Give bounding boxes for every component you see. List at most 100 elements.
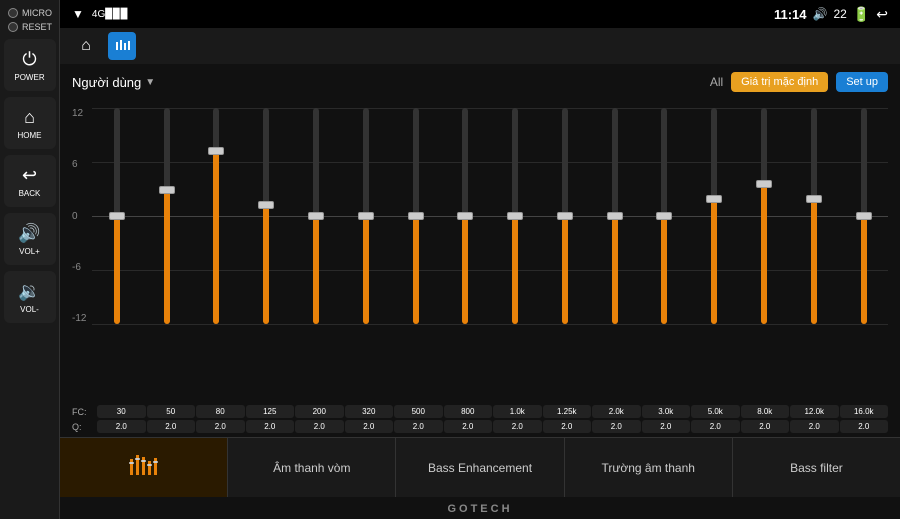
y-label-0: 0 xyxy=(72,211,86,222)
fc-val-80[interactable]: 80 xyxy=(196,405,245,418)
slider-thumb-5.0k xyxy=(706,195,722,203)
volume-icon: 🔊 xyxy=(813,7,828,21)
wifi-icon: ▼ xyxy=(72,7,84,21)
reset-radio[interactable]: RESET xyxy=(0,22,59,32)
tab-eq[interactable] xyxy=(60,438,228,497)
slider-fill-200 xyxy=(313,216,319,324)
fc-val-125[interactable]: 125 xyxy=(246,405,295,418)
status-bar: ▼ 4G▉▉▉ 11:14 🔊 22 🔋 ↩ xyxy=(60,0,900,28)
eq-sliders-container: 12 6 0 -6 -12 xyxy=(72,100,888,433)
fc-val-1.25k[interactable]: 1.25k xyxy=(543,405,592,418)
back-button[interactable]: ↩ BACK xyxy=(4,155,56,207)
y-label-12: 12 xyxy=(72,108,86,119)
status-left: ▼ 4G▉▉▉ xyxy=(72,7,128,21)
slider-thumb-30 xyxy=(109,212,125,220)
q-val-3.0k[interactable]: 2.0 xyxy=(642,420,691,433)
nav-home-icon[interactable]: ⌂ xyxy=(72,32,100,60)
slider-col-125[interactable] xyxy=(242,108,291,324)
fc-val-50[interactable]: 50 xyxy=(147,405,196,418)
q-val-1.0k[interactable]: 2.0 xyxy=(493,420,542,433)
fc-val-16.0k[interactable]: 16.0k xyxy=(840,405,889,418)
vol-up-button[interactable]: 🔊 VOL+ xyxy=(4,213,56,265)
fc-val-320[interactable]: 320 xyxy=(345,405,394,418)
brand-label: GOTECH xyxy=(447,503,512,515)
q-val-30[interactable]: 2.0 xyxy=(97,420,146,433)
slider-col-16.0k[interactable] xyxy=(839,108,888,324)
default-values-button[interactable]: Giá trị mặc định xyxy=(731,72,828,92)
signal-icon: 4G▉▉▉ xyxy=(92,9,128,20)
slider-col-5.0k[interactable] xyxy=(690,108,739,324)
back-nav-icon[interactable]: ↩ xyxy=(876,6,888,23)
tab-bass-enhancement[interactable]: Bass Enhancement xyxy=(396,438,564,497)
slider-thumb-2.0k xyxy=(607,212,623,220)
fc-val-800[interactable]: 800 xyxy=(444,405,493,418)
slider-col-2.0k[interactable] xyxy=(590,108,639,324)
fc-val-1.0k[interactable]: 1.0k xyxy=(493,405,542,418)
sliders-area xyxy=(92,100,888,324)
fc-val-8.0k[interactable]: 8.0k xyxy=(741,405,790,418)
slider-col-200[interactable] xyxy=(292,108,341,324)
slider-fill-5.0k xyxy=(711,199,717,324)
q-val-125[interactable]: 2.0 xyxy=(246,420,295,433)
slider-col-3.0k[interactable] xyxy=(640,108,689,324)
slider-fill-30 xyxy=(114,216,120,324)
q-val-2.0k[interactable]: 2.0 xyxy=(592,420,641,433)
eq-top-controls: Người dùng ▼ All Giá trị mặc định Set up xyxy=(72,72,888,92)
user-label: Người dùng xyxy=(72,75,141,90)
q-val-1.25k[interactable]: 2.0 xyxy=(543,420,592,433)
brand-area: GOTECH xyxy=(60,497,900,519)
y-label-6: 6 xyxy=(72,159,86,170)
tab-surround[interactable]: Âm thanh vòm xyxy=(228,438,396,497)
fc-val-30[interactable]: 30 xyxy=(97,405,146,418)
slider-col-320[interactable] xyxy=(341,108,390,324)
slider-col-1.25k[interactable] xyxy=(540,108,589,324)
slider-track-80 xyxy=(213,108,219,324)
q-val-500[interactable]: 2.0 xyxy=(394,420,443,433)
slider-col-500[interactable] xyxy=(391,108,440,324)
slider-track-30 xyxy=(114,108,120,324)
fc-val-5.0k[interactable]: 5.0k xyxy=(691,405,740,418)
slider-col-1.0k[interactable] xyxy=(491,108,540,324)
slider-col-80[interactable] xyxy=(192,108,241,324)
q-val-50[interactable]: 2.0 xyxy=(147,420,196,433)
home-button[interactable]: ⌂ HOME xyxy=(4,97,56,149)
slider-col-800[interactable] xyxy=(441,108,490,324)
slider-col-50[interactable] xyxy=(142,108,191,324)
slider-thumb-1.25k xyxy=(557,212,573,220)
slider-col-12.0k[interactable] xyxy=(789,108,838,324)
fc-val-12.0k[interactable]: 12.0k xyxy=(790,405,839,418)
q-val-200[interactable]: 2.0 xyxy=(295,420,344,433)
slider-col-30[interactable] xyxy=(92,108,141,324)
surround-label: Âm thanh vòm xyxy=(273,461,350,475)
q-val-12.0k[interactable]: 2.0 xyxy=(790,420,839,433)
slider-col-8.0k[interactable] xyxy=(740,108,789,324)
q-val-80[interactable]: 2.0 xyxy=(196,420,245,433)
vol-down-button[interactable]: 🔉 VOL- xyxy=(4,271,56,323)
micro-radio[interactable]: MICRO xyxy=(0,8,59,18)
fc-val-200[interactable]: 200 xyxy=(295,405,344,418)
user-selector[interactable]: Người dùng ▼ xyxy=(72,75,155,90)
home-icon: ⌂ xyxy=(24,107,35,128)
q-val-5.0k[interactable]: 2.0 xyxy=(691,420,740,433)
power-button[interactable]: ⏻ POWER xyxy=(4,39,56,91)
home-label: HOME xyxy=(18,131,42,140)
tab-sound-field[interactable]: Trường âm thanh xyxy=(565,438,733,497)
sliders-row xyxy=(92,100,888,324)
q-val-8.0k[interactable]: 2.0 xyxy=(741,420,790,433)
slider-track-125 xyxy=(263,108,269,324)
fc-val-2.0k[interactable]: 2.0k xyxy=(592,405,641,418)
fc-val-3.0k[interactable]: 3.0k xyxy=(642,405,691,418)
q-val-16.0k[interactable]: 2.0 xyxy=(840,420,889,433)
eq-tab-icon xyxy=(128,451,160,485)
slider-fill-16.0k xyxy=(861,216,867,324)
fc-val-500[interactable]: 500 xyxy=(394,405,443,418)
q-val-320[interactable]: 2.0 xyxy=(345,420,394,433)
slider-thumb-200 xyxy=(308,212,324,220)
slider-track-8.0k xyxy=(761,108,767,324)
slider-thumb-125 xyxy=(258,201,274,209)
q-val-800[interactable]: 2.0 xyxy=(444,420,493,433)
micro-dot xyxy=(8,8,18,18)
tab-bass-filter[interactable]: Bass filter xyxy=(733,438,900,497)
setup-button[interactable]: Set up xyxy=(836,72,888,92)
nav-eq-icon[interactable] xyxy=(108,32,136,60)
